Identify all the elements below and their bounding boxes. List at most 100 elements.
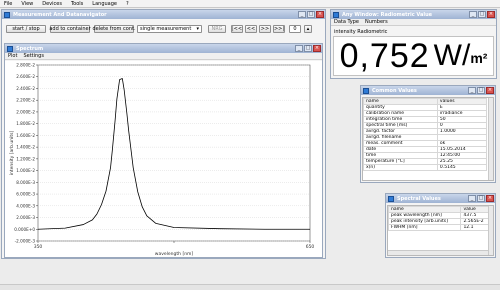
radiometric-display: 0,752 W/ m²: [333, 36, 494, 76]
spectrum-plot-area: 2.800E-2 2.600E-2 2.400E-2 2.200E-2 2.000E-2…: [5, 61, 322, 257]
radiometric-unit: W/: [433, 39, 471, 72]
plot-frame: [37, 64, 311, 242]
menu-file[interactable]: File: [4, 1, 12, 7]
menu-help[interactable]: ?: [126, 1, 129, 7]
x-tick-label: 350: [34, 244, 43, 250]
vertical-scrollbar[interactable]: [488, 206, 493, 255]
measurement-mode-select[interactable]: single measurement ▾: [137, 25, 202, 33]
minimize-icon[interactable]: _: [468, 195, 476, 202]
main-window: Measurement And Datanavigator _ □ × star…: [1, 9, 326, 259]
menu-devices[interactable]: Devices: [42, 1, 62, 7]
menu-view[interactable]: View: [21, 1, 33, 7]
delete-from-container-button[interactable]: delete from cont.: [92, 25, 136, 33]
spectrum-title: Spectrum: [16, 45, 44, 52]
common-values-table: name values quantity Ecalibration name irrad…: [363, 98, 488, 171]
maximize-icon[interactable]: □: [304, 45, 312, 52]
spectrum-tabs: Plot Settings: [5, 53, 322, 60]
chevron-down-icon: ▾: [196, 26, 199, 32]
x-tick-label: 650: [306, 244, 315, 250]
y-tick-label: 1.000E-2: [16, 168, 35, 173]
app-icon: [4, 11, 10, 18]
y-tick-label: 0.000E+0: [14, 227, 35, 232]
menu-language[interactable]: Language: [92, 1, 117, 7]
row-name-cell: x(n): [363, 164, 438, 171]
nav-first-button[interactable]: |<<: [231, 25, 243, 33]
close-icon[interactable]: ×: [313, 45, 321, 52]
nav-last-button[interactable]: >>|: [273, 25, 285, 33]
maximize-icon[interactable]: □: [478, 11, 486, 18]
spectral-values-table: name value peak wavelength [nm] 437.5 peak i…: [387, 206, 491, 231]
x-axis-label: wavelength [nm]: [155, 251, 194, 257]
radiometric-subheader: intensity Radiometric: [334, 29, 388, 35]
y-tick-label: 2.000E-2: [16, 109, 35, 114]
spectrum-titlebar[interactable]: Spectrum: [5, 44, 322, 53]
add-to-container-button[interactable]: add to container: [49, 25, 91, 33]
nav-next-button[interactable]: >>: [259, 25, 271, 33]
table-icon: [363, 87, 369, 94]
tab-data-type[interactable]: Data Type: [334, 19, 359, 25]
horizontal-scrollbar[interactable]: [388, 250, 488, 255]
row-value-cell: 12.1: [460, 224, 491, 231]
common-values-title: Common Values: [372, 87, 417, 94]
nrg-button[interactable]: NRG: [208, 25, 226, 33]
radiometric-icon: [333, 11, 339, 18]
main-window-title: Measurement And Datanavigator: [13, 11, 107, 18]
minimize-icon[interactable]: _: [298, 11, 306, 18]
minimize-icon[interactable]: _: [295, 45, 303, 52]
table-row[interactable]: FWHM [nm] 12.1: [387, 224, 491, 231]
row-name-cell: FWHM [nm]: [387, 224, 462, 231]
y-tick-label: 2.800E-2: [16, 63, 35, 68]
y-tick-label: 1.600E-2: [16, 133, 35, 138]
tab-numbers[interactable]: Numbers: [365, 19, 388, 25]
y-tick-label: 1.800E-2: [16, 121, 35, 126]
spectrum-icon: [7, 45, 13, 52]
status-bar: [0, 284, 500, 290]
y-tick-label: 2.600E-2: [16, 74, 35, 79]
tab-plot[interactable]: Plot: [8, 53, 17, 59]
radiometric-unit-sub: m²: [470, 50, 488, 66]
close-icon[interactable]: ×: [486, 195, 494, 202]
counter-spin-button[interactable]: ▴: [304, 25, 312, 33]
main-window-titlebar[interactable]: Measurement And Datanavigator: [2, 10, 325, 19]
y-tick-label: -2.000E-3: [15, 239, 36, 244]
table-row[interactable]: peak intensity [arb.units] 2.565E-2: [387, 218, 491, 225]
menu-bar: File View Devices Tools Language ?: [0, 0, 500, 8]
spectral-values-body: name value peak wavelength [nm] 437.5 peak i…: [387, 205, 494, 256]
y-tick-label: 1.400E-2: [16, 145, 35, 150]
y-axis-label: intensity [arb.units]: [9, 131, 15, 176]
y-tick-label: 4.000E-3: [16, 203, 35, 208]
close-icon[interactable]: ×: [486, 87, 494, 94]
close-icon[interactable]: ×: [487, 11, 495, 18]
menu-tools[interactable]: Tools: [71, 1, 83, 7]
table-row[interactable]: peak wavelength [nm] 437.5: [387, 212, 491, 219]
y-tick-label: 2.200E-2: [16, 98, 35, 103]
y-tick-label: 6.000E-3: [16, 192, 35, 197]
spectrum-chart: 2.800E-2 2.600E-2 2.400E-2 2.200E-2 2.000E-2…: [9, 63, 315, 258]
minimize-icon[interactable]: _: [469, 11, 477, 18]
y-tick-label: 1.200E-2: [16, 156, 35, 161]
y-tick-label: 8.000E-3: [16, 180, 35, 185]
maximize-icon[interactable]: □: [307, 11, 315, 18]
common-values-body: name values quantity Ecalibration name irrad…: [362, 97, 494, 181]
maximize-icon[interactable]: □: [477, 195, 485, 202]
y-tick-label: 2.000E-3: [16, 215, 35, 220]
table-icon: [388, 195, 394, 202]
spectrum-window: Spectrum _ □ × Plot Settings 2.800E-2 2.6…: [4, 43, 323, 258]
nav-prev-button[interactable]: <<: [245, 25, 257, 33]
measurement-mode-value: single measurement: [140, 26, 192, 32]
tab-settings[interactable]: Settings: [23, 53, 44, 59]
spectral-values-title: Spectral Values: [397, 195, 441, 202]
counter-field[interactable]: 0: [289, 25, 301, 33]
y-tick-label: 2.400E-2: [16, 86, 35, 91]
row-value-cell: 0.5145: [436, 164, 488, 171]
radiometric-tabs: Data Type Numbers: [331, 19, 496, 26]
minimize-icon[interactable]: _: [468, 87, 476, 94]
close-icon[interactable]: ×: [316, 11, 324, 18]
radiometric-window: Any Window: Radiometric Value _ □ × Data…: [330, 9, 497, 79]
vertical-scrollbar[interactable]: [488, 98, 493, 180]
maximize-icon[interactable]: □: [477, 87, 485, 94]
start-stop-button[interactable]: start / stop: [6, 25, 46, 33]
spectral-values-window: Spectral Values _ □ × name value peak wave…: [385, 193, 496, 258]
table-row[interactable]: x(n) 0.5145: [363, 164, 488, 171]
common-values-window: Common Values _ □ × name values quantity Ec…: [360, 85, 496, 183]
